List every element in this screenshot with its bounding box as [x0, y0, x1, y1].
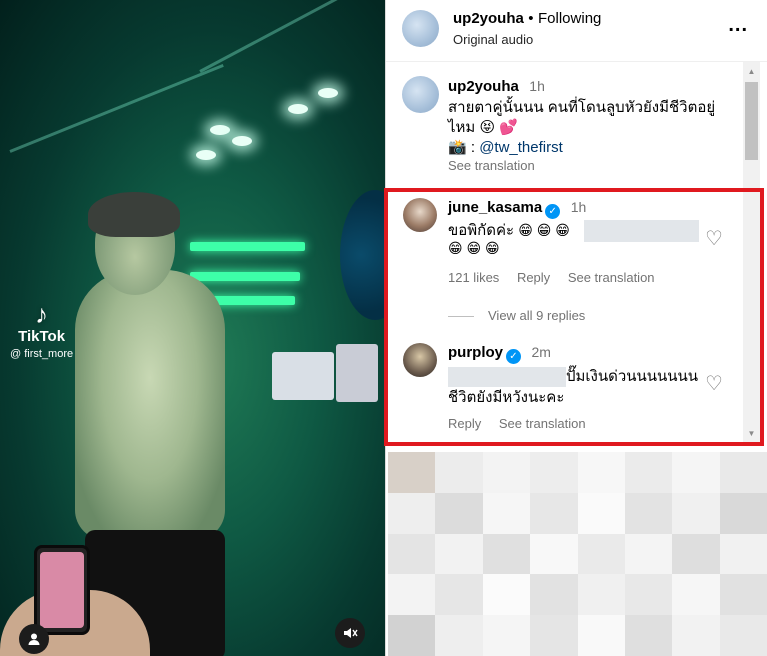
separator-dot: • — [528, 10, 534, 27]
user-icon — [28, 633, 40, 645]
tiktok-watermark: ♪ TikTok @ first_more — [10, 300, 73, 360]
performer-hair — [88, 192, 180, 237]
caption-see-translation[interactable]: See translation — [448, 158, 535, 173]
caption-time: 1h — [529, 78, 545, 94]
highlight-annotation-box — [384, 188, 764, 446]
credit-mention-link[interactable]: @tw_thefirst — [479, 139, 563, 156]
caption-credit: 📸 : @tw_thefirst — [448, 138, 738, 158]
mute-button[interactable] — [335, 618, 365, 648]
stage-light-beam — [9, 63, 224, 153]
caption-line-1: สายตาคู่นั้นนน คนที่โดนลูบหัวยังมีชีวิตอ… — [448, 99, 716, 116]
more-options-icon[interactable]: ... — [728, 14, 748, 37]
scroll-up-arrow-icon[interactable]: ▲ — [745, 66, 758, 78]
stage-light — [196, 150, 216, 160]
tiktok-logo-icon: ♪ — [35, 299, 49, 329]
post-header: up2youha • Following Original audio ... — [386, 0, 767, 62]
dj-device — [336, 344, 378, 402]
tiktok-watermark-handle: @ first_more — [10, 348, 74, 360]
stage-light — [318, 88, 338, 98]
author-avatar[interactable] — [402, 10, 439, 47]
stage-light — [232, 136, 252, 146]
caption-line-2: ไหม 😝 💕 — [448, 119, 518, 136]
dj-laptop — [272, 352, 334, 400]
led-stripe — [190, 242, 305, 251]
tag-user-button[interactable] — [19, 624, 49, 654]
reel-video[interactable]: ♪ TikTok @ first_more — [0, 0, 385, 656]
performer-body — [75, 270, 225, 540]
muted-speaker-icon — [344, 628, 358, 638]
speaker-disc — [340, 190, 385, 320]
stage-light — [288, 104, 308, 114]
censored-mosaic-area — [388, 452, 767, 656]
led-stripe — [190, 272, 300, 281]
caption-author-username[interactable]: up2youha — [448, 78, 519, 95]
scrollbar-thumb[interactable] — [745, 82, 758, 160]
camera-credit-prefix: 📸 : — [448, 139, 480, 156]
audio-label[interactable]: Original audio — [453, 32, 533, 47]
tiktok-watermark-name: TikTok — [18, 328, 66, 345]
stage-light — [210, 125, 230, 135]
following-button[interactable]: Following — [538, 10, 601, 27]
author-username[interactable]: up2youha — [453, 10, 524, 27]
caption-author-avatar[interactable] — [402, 76, 439, 113]
stage-light-beam — [199, 0, 378, 73]
audience-phone-screen — [40, 552, 84, 628]
